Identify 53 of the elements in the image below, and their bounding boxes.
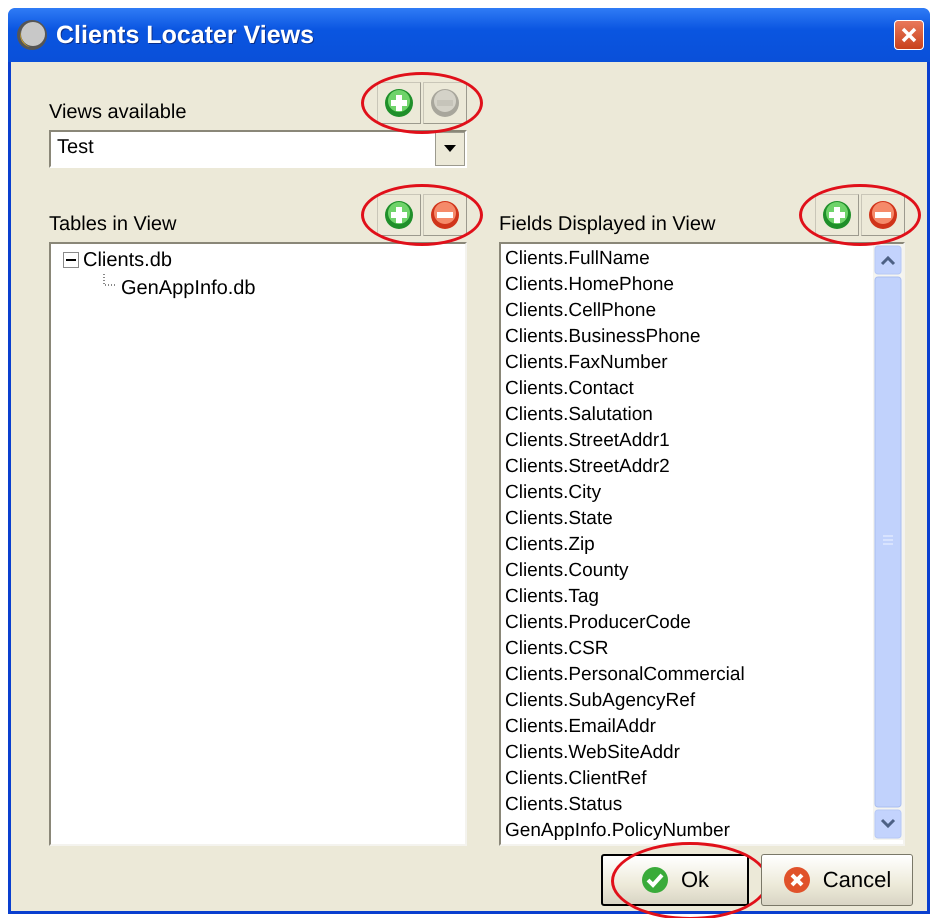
list-item[interactable]: Clients.FaxNumber [505, 350, 869, 376]
plus-icon [384, 88, 414, 118]
section-label: Tables in View [49, 213, 176, 236]
window-title: Clients Locater Views [56, 20, 315, 50]
list-item[interactable]: Clients.WebSiteAddr [505, 740, 869, 766]
minus-icon [430, 200, 460, 230]
tree-line-icon [103, 274, 117, 286]
plus-icon [822, 200, 852, 230]
list-item[interactable]: Clients.StreetAddr1 [505, 428, 869, 454]
list-item[interactable]: Clients.FullName [505, 246, 869, 272]
list-item[interactable]: Clients.Tag [505, 584, 869, 610]
list-item[interactable]: Clients.CSR [505, 636, 869, 662]
close-button[interactable] [894, 20, 924, 50]
cancel-button[interactable]: Cancel [761, 854, 913, 906]
list-item[interactable]: Clients.EmailAddr [505, 714, 869, 740]
list-item[interactable]: Clients.Zip [505, 532, 869, 558]
section-label: Fields Displayed in View [499, 213, 716, 236]
scrollbar-drawing[interactable] [873, 244, 903, 840]
remove-button[interactable] [861, 194, 905, 236]
list-item[interactable]: Clients.HomePhone [505, 272, 869, 298]
list-item[interactable]: Clients.BusinessPhone [505, 324, 869, 350]
list-item[interactable]: Clients.County [505, 558, 869, 584]
list-item[interactable]: Clients.Status [505, 792, 869, 818]
list-item[interactable]: Clients.PersonalCommercial [505, 662, 869, 688]
check-icon [640, 866, 669, 894]
list-item[interactable]: Clients.Contact [505, 376, 869, 402]
add-button[interactable] [815, 194, 859, 236]
tree-item[interactable]: Clients.db [83, 248, 172, 272]
collapse-icon[interactable] [63, 252, 79, 268]
minus-icon [868, 200, 898, 230]
plus-icon [384, 200, 414, 230]
dropdown-button[interactable] [435, 132, 465, 166]
minus-icon [430, 88, 460, 118]
close-icon [900, 26, 918, 44]
list-item[interactable]: Clients.SubAgencyRef [505, 688, 869, 714]
list-item[interactable]: Clients.CellPhone [505, 298, 869, 324]
list-item[interactable]: Clients.StreetAddr2 [505, 454, 869, 480]
app-icon [16, 19, 48, 51]
list-item[interactable]: Clients.City [505, 480, 869, 506]
caret-icon [444, 145, 456, 153]
views-dropdown[interactable]: Test [49, 130, 467, 168]
ok-button[interactable]: Ok [601, 854, 749, 906]
list-item[interactable]: Clients.State [505, 506, 869, 532]
tree-item[interactable]: GenAppInfo.db [121, 276, 256, 300]
list-item[interactable]: Clients.ClientRef [505, 766, 869, 792]
remove-button[interactable] [423, 194, 467, 236]
close-icon [782, 866, 811, 894]
list-item[interactable]: Clients.ProducerCode [505, 610, 869, 636]
list-item[interactable]: Clients.Salutation [505, 402, 869, 428]
add-button[interactable] [377, 194, 421, 236]
field-label: Views available [49, 101, 186, 124]
add-button[interactable] [377, 82, 421, 124]
list-item[interactable]: GenAppInfo.PolicyNumber [505, 818, 869, 844]
